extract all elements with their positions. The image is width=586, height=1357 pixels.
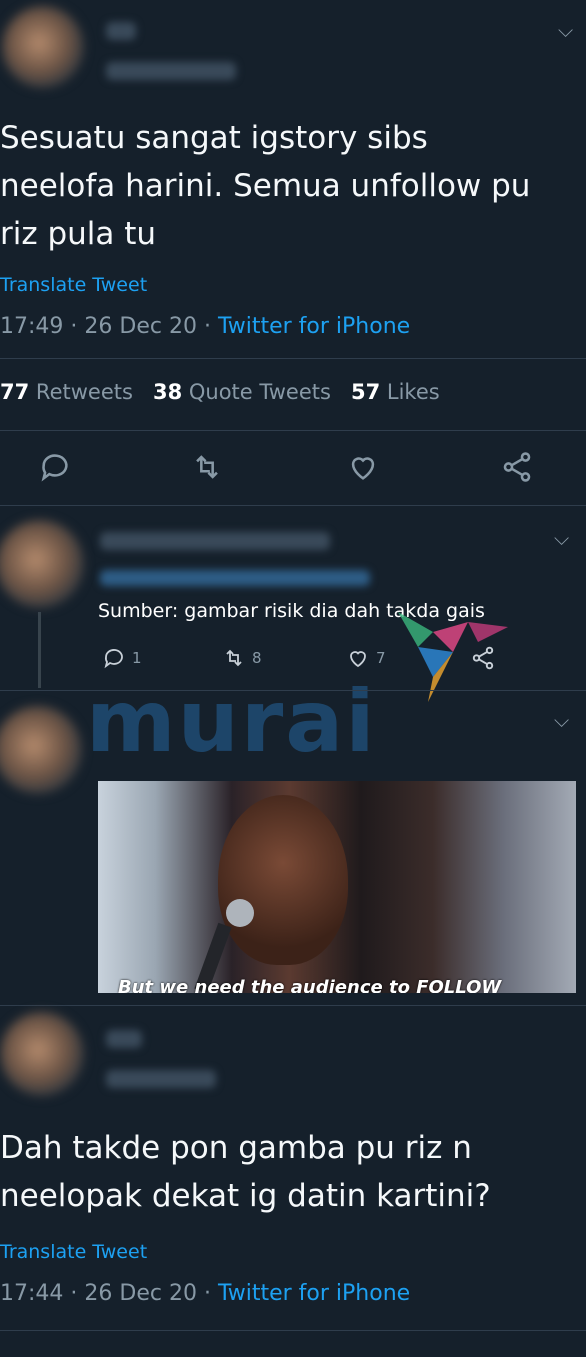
chevron-down-icon[interactable]: ⌵ — [554, 708, 569, 732]
retweet-icon — [226, 649, 242, 667]
divider — [0, 430, 586, 431]
tweet-meta: 17:44 · 26 Dec 20 · Twitter for iPhone — [0, 1281, 411, 1306]
engagement-stats: 77 Retweets 38 Quote Tweets 57 Likes — [0, 380, 440, 404]
translate-tweet-link[interactable]: Translate Tweet — [0, 274, 147, 296]
tweet-date[interactable]: 26 Dec 20 — [84, 1281, 197, 1306]
hummingbird-logo-icon — [398, 612, 508, 702]
author-name-blurred[interactable] — [106, 1030, 142, 1048]
tweet-text: Dah takde pon gamba pu riz n neelopak de… — [0, 1130, 491, 1214]
avatar[interactable] — [0, 520, 84, 608]
watermark-logo: murai — [86, 672, 377, 772]
divider — [0, 1005, 586, 1006]
author-name-blurred[interactable] — [106, 22, 136, 40]
reply-icon[interactable] — [38, 450, 72, 484]
tweet-source-link[interactable]: Twitter for iPhone — [218, 314, 410, 339]
avatar[interactable] — [0, 1012, 84, 1096]
translate-tweet-link[interactable]: Translate Tweet — [0, 1241, 147, 1263]
divider — [0, 358, 586, 359]
share-icon[interactable] — [500, 450, 534, 484]
retweet-button[interactable]: 8 — [222, 646, 262, 670]
divider — [0, 690, 586, 691]
likes-stat[interactable]: 57 Likes — [351, 380, 440, 404]
retweets-stat[interactable]: 77 Retweets — [0, 380, 133, 404]
avatar[interactable] — [2, 6, 84, 88]
author-name-blurred[interactable] — [100, 532, 330, 550]
avatar[interactable] — [0, 706, 82, 794]
tweet-time: 17:49 — [0, 314, 64, 339]
chevron-down-icon[interactable]: ⌵ — [554, 526, 569, 550]
tweet-source-link[interactable]: Twitter for iPhone — [218, 1281, 410, 1306]
chevron-down-icon[interactable]: ⌵ — [558, 18, 573, 42]
author-handle-blurred[interactable] — [106, 62, 236, 80]
gif-media[interactable]: But we need the audience to FOLLOW — [98, 781, 576, 993]
thread-line — [38, 612, 41, 688]
tweet-text: Sesuatu sangat igstory sibs neelofa hari… — [0, 120, 531, 252]
tweet-time: 17:44 — [0, 1281, 64, 1306]
divider — [0, 505, 586, 506]
author-handle-blurred[interactable] — [106, 1070, 216, 1088]
tweet-date[interactable]: 26 Dec 20 — [84, 314, 197, 339]
gif-person — [218, 795, 348, 965]
retweet-icon[interactable] — [190, 450, 224, 484]
reply-icon — [104, 649, 123, 669]
quote-tweets-stat[interactable]: 38 Quote Tweets — [153, 380, 331, 404]
like-icon[interactable] — [346, 450, 380, 484]
microphone-icon — [226, 899, 254, 927]
gif-caption: But we need the audience to FOLLOW — [118, 977, 502, 993]
reply-button[interactable]: 1 — [102, 646, 142, 670]
author-handle-blurred[interactable] — [100, 570, 370, 586]
like-icon — [350, 651, 366, 668]
tweet-meta: 17:49 · 26 Dec 20 · Twitter for iPhone — [0, 314, 411, 339]
divider — [0, 1330, 586, 1331]
